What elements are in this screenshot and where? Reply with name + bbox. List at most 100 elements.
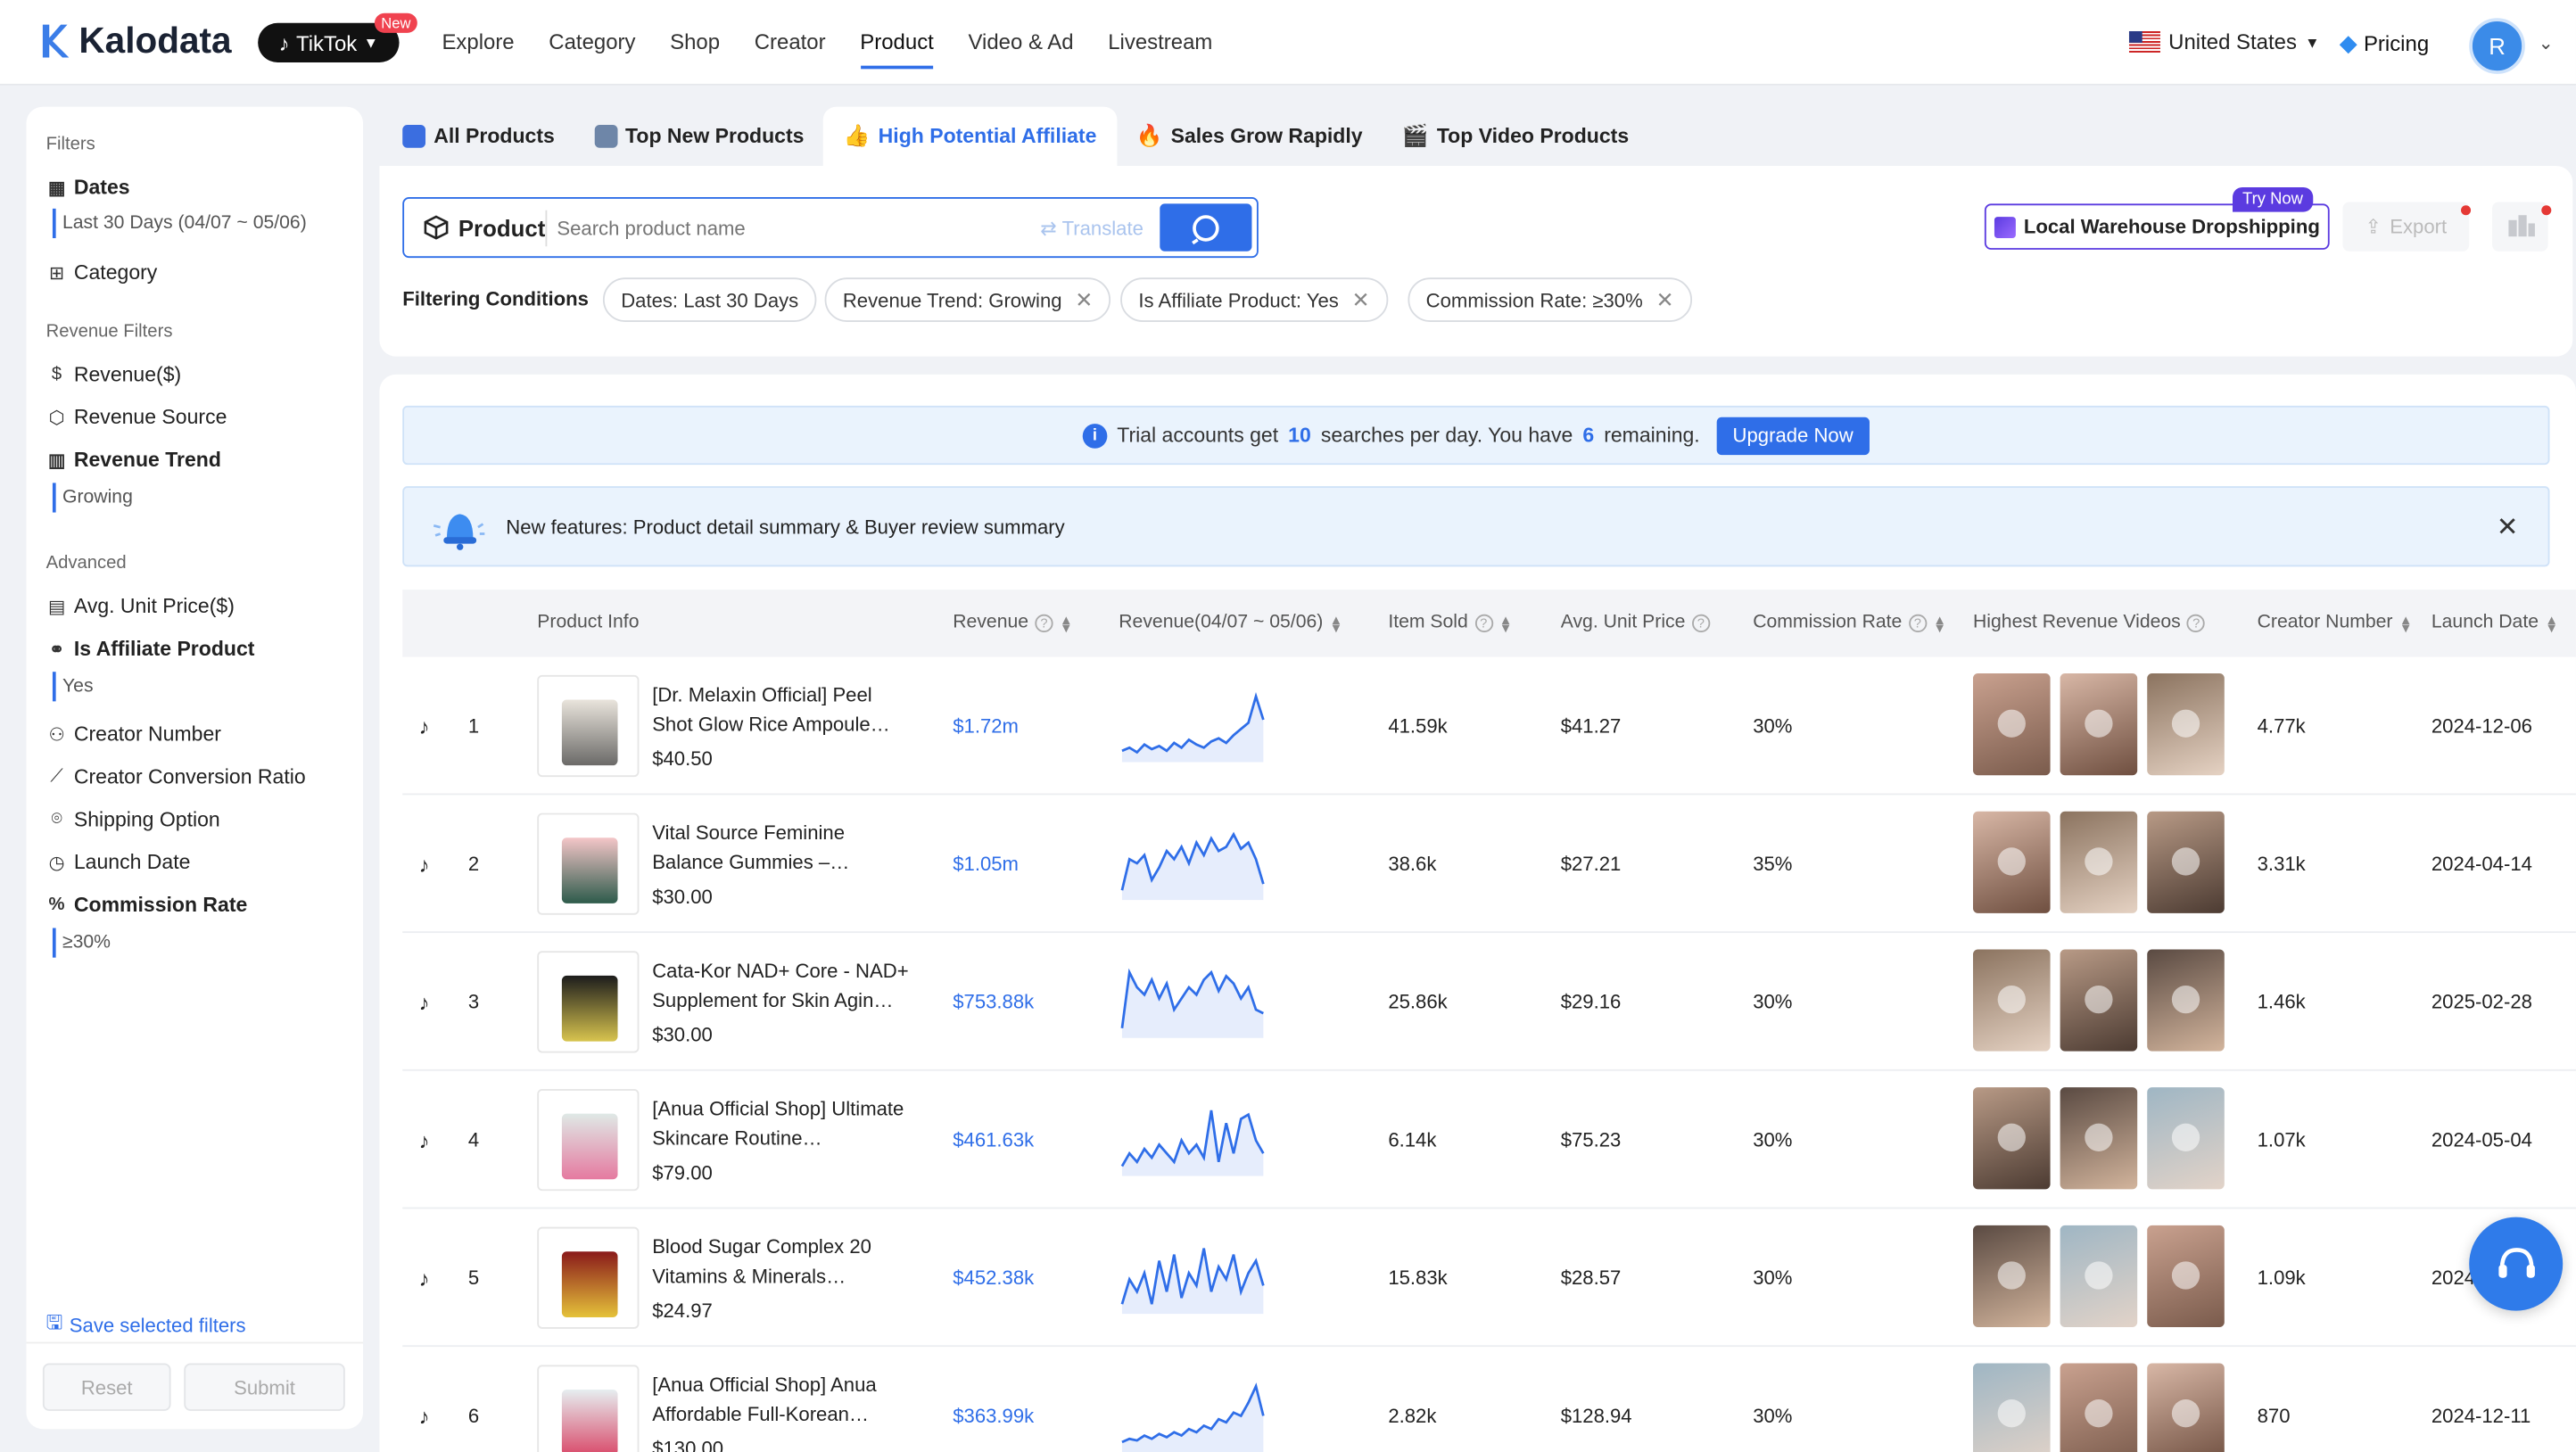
revenue-value[interactable]: $753.88k	[953, 933, 1034, 1071]
table-row[interactable]: ♪ 5 Blood Sugar Complex 20 Vitamins & Mi…	[402, 1209, 2576, 1348]
filter-revenue-trend-value[interactable]: Growing	[52, 483, 133, 513]
support-chat-button[interactable]	[2469, 1217, 2564, 1311]
tab-all-products[interactable]: All Products	[383, 107, 574, 166]
sort-icon[interactable]: ▲ ▼	[1330, 613, 1343, 634]
filter-revenue-trend[interactable]: ▥ Revenue Trend	[46, 449, 221, 472]
sort-icon[interactable]: ▲ ▼	[1933, 613, 1946, 634]
th-item-sold[interactable]: Item Sold? ▲ ▼	[1388, 590, 1512, 657]
video-thumbnail[interactable]	[1973, 949, 2051, 1052]
video-thumbnail[interactable]	[1973, 1363, 2051, 1452]
table-row[interactable]: ♪ 4 [Anua Official Shop] Ultimate Skinca…	[402, 1071, 2576, 1209]
revenue-value[interactable]: $452.38k	[953, 1209, 1034, 1347]
product-image[interactable]	[537, 674, 640, 778]
video-thumbnail[interactable]	[2147, 673, 2225, 776]
product-name[interactable]: Vital Source Feminine Balance Gummies –…	[652, 818, 915, 877]
sort-icon[interactable]: ▲ ▼	[2545, 613, 2558, 634]
video-thumbnail[interactable]	[2060, 811, 2138, 913]
filter-dates-value[interactable]: Last 30 Days (04/07 ~ 05/06)	[52, 208, 307, 239]
help-icon[interactable]: ?	[1474, 614, 1493, 633]
video-thumbnail[interactable]	[2147, 811, 2225, 913]
pricing-link[interactable]: ◆ Pricing	[2340, 29, 2429, 57]
tab-high-potential-affiliate[interactable]: 👍 High Potential Affiliate	[823, 106, 1117, 167]
table-row[interactable]: ♪ 1 [Dr. Melaxin Official] Peel Shot Glo…	[402, 657, 2576, 796]
revenue-value[interactable]: $1.72m	[953, 657, 1019, 796]
video-thumbnail[interactable]	[1973, 673, 2051, 776]
video-thumbnail[interactable]	[2060, 949, 2138, 1052]
revenue-value[interactable]: $363.99k	[953, 1347, 1034, 1452]
video-thumbnail[interactable]	[2060, 1225, 2138, 1328]
help-icon[interactable]: ?	[1908, 614, 1927, 633]
filter-category[interactable]: ⊞ Category	[46, 261, 157, 285]
video-thumbnail[interactable]	[2147, 1225, 2225, 1328]
revenue-value[interactable]: $1.05m	[953, 795, 1019, 933]
export-button[interactable]: ⇪ Export	[2342, 202, 2470, 252]
table-row[interactable]: ♪ 3 Cata-Kor NAD+ Core - NAD+ Supplement…	[402, 933, 2576, 1071]
close-icon[interactable]: ✕	[2497, 511, 2519, 544]
product-name[interactable]: [Anua Official Shop] Anua Affordable Ful…	[652, 1370, 915, 1429]
help-icon[interactable]: ?	[1035, 614, 1053, 633]
product-image[interactable]	[537, 951, 640, 1053]
product-image[interactable]	[537, 813, 640, 915]
search-type-selector[interactable]: Product	[404, 214, 545, 241]
product-image[interactable]	[537, 1365, 640, 1452]
product-image[interactable]	[537, 1088, 640, 1192]
close-icon[interactable]: ✕	[1352, 286, 1370, 312]
filter-is-affiliate[interactable]: ⚭ Is Affiliate Product	[46, 638, 254, 661]
tab-top-video-products[interactable]: 🎬 Top Video Products	[1383, 107, 1649, 166]
filter-dates[interactable]: ▦ Dates	[46, 176, 130, 199]
nav-video-ad[interactable]: Video & Ad	[969, 0, 1074, 86]
sort-icon[interactable]: ▲ ▼	[1499, 613, 1513, 634]
filter-revenue[interactable]: $ Revenue($)	[46, 363, 181, 386]
reset-button[interactable]: Reset	[42, 1363, 171, 1411]
filter-is-affiliate-value[interactable]: Yes	[52, 672, 94, 702]
close-icon[interactable]: ✕	[1655, 286, 1673, 312]
chevron-down-icon[interactable]: ⌄	[2539, 33, 2554, 54]
video-thumbnail[interactable]	[1973, 811, 2051, 913]
column-settings-button[interactable]	[2492, 202, 2548, 252]
th-revenue-trend[interactable]: Revenue(04/07 ~ 05/06) ▲ ▼	[1119, 590, 1342, 657]
kalodata-logo[interactable]: Kalodata	[39, 20, 232, 62]
product-name[interactable]: Blood Sugar Complex 20 Vitamins & Minera…	[652, 1232, 915, 1291]
filter-launch-date[interactable]: ◷ Launch Date	[46, 851, 191, 874]
user-avatar[interactable]: R	[2469, 18, 2525, 74]
nav-product[interactable]: Product	[860, 0, 934, 86]
tab-sales-grow-rapidly[interactable]: 🔥 Sales Grow Rapidly	[1117, 107, 1383, 166]
filter-chip-is-affiliate[interactable]: Is Affiliate Product: Yes ✕	[1120, 277, 1388, 322]
filter-commission-rate[interactable]: % Commission Rate	[46, 894, 248, 917]
region-selector[interactable]: United States ▼	[2128, 29, 2320, 54]
video-thumbnail[interactable]	[2147, 1363, 2225, 1452]
video-thumbnail[interactable]	[2147, 949, 2225, 1052]
search-button[interactable]	[1160, 203, 1252, 252]
sort-icon[interactable]: ▲ ▼	[2399, 613, 2413, 634]
filter-chip-revenue-trend[interactable]: Revenue Trend: Growing ✕	[824, 277, 1111, 322]
submit-button[interactable]: Submit	[184, 1363, 345, 1411]
search-input[interactable]	[547, 216, 1041, 239]
nav-explore[interactable]: Explore	[442, 0, 514, 86]
nav-livestream[interactable]: Livestream	[1108, 0, 1212, 86]
table-row[interactable]: ♪ 6 [Anua Official Shop] Anua Affordable…	[402, 1347, 2576, 1452]
th-launch-date[interactable]: Launch Date ▲ ▼	[2432, 590, 2558, 657]
product-name[interactable]: [Anua Official Shop] Ultimate Skincare R…	[652, 1094, 915, 1153]
upgrade-now-button[interactable]: Upgrade Now	[1716, 416, 1870, 455]
help-icon[interactable]: ?	[2187, 614, 2206, 633]
sort-icon[interactable]: ▲ ▼	[1060, 613, 1073, 634]
nav-category[interactable]: Category	[549, 0, 635, 86]
video-thumbnail[interactable]	[2060, 673, 2138, 776]
filter-commission-rate-value[interactable]: ≥30%	[52, 928, 111, 958]
th-avg-unit-price[interactable]: Avg. Unit Price?	[1561, 590, 1711, 657]
filter-chip-commission-rate[interactable]: Commission Rate: ≥30% ✕	[1408, 277, 1692, 322]
filter-shipping-option[interactable]: ⌾ Shipping Option	[46, 808, 219, 831]
table-row[interactable]: ♪ 2 Vital Source Feminine Balance Gummie…	[402, 795, 2576, 934]
filter-avg-unit-price[interactable]: ▤ Avg. Unit Price($)	[46, 595, 235, 618]
video-thumbnail[interactable]	[2060, 1087, 2138, 1190]
video-thumbnail[interactable]	[2060, 1363, 2138, 1452]
th-creator-number[interactable]: Creator Number ▲ ▼	[2258, 590, 2413, 657]
revenue-value[interactable]: $461.63k	[953, 1071, 1034, 1209]
th-commission-rate[interactable]: Commission Rate? ▲ ▼	[1753, 590, 1946, 657]
filter-creator-number[interactable]: ⚇ Creator Number	[46, 722, 221, 746]
product-name[interactable]: [Dr. Melaxin Official] Peel Shot Glow Ri…	[652, 680, 915, 738]
th-revenue[interactable]: Revenue? ▲ ▼	[953, 590, 1072, 657]
translate-toggle[interactable]: ⇄ Translate	[1040, 216, 1144, 239]
video-thumbnail[interactable]	[2147, 1087, 2225, 1190]
save-filters-link[interactable]: 🖫 Save selected filters	[46, 1308, 246, 1342]
